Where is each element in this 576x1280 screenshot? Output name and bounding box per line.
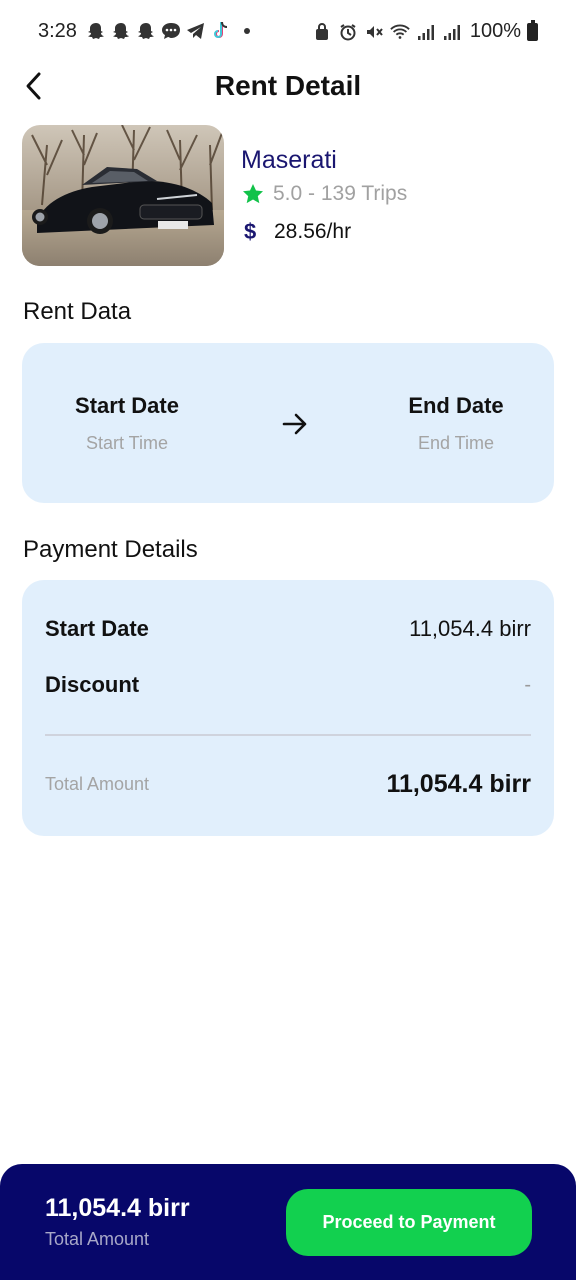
start-time-label: Start Time xyxy=(85,433,169,453)
snapchat-icon xyxy=(111,20,131,42)
payment-details-card: Start Date 11,054.4 birr Discount - Tota… xyxy=(22,580,554,836)
start-date-label: Start Date xyxy=(75,393,179,418)
discount-value: - xyxy=(524,673,531,696)
system-icons: 100% xyxy=(312,19,538,43)
start-date-picker[interactable]: Start Date Start Time xyxy=(37,393,217,454)
page-title: Rent Detail xyxy=(214,70,362,101)
end-date-picker[interactable]: End Date End Time xyxy=(366,393,546,454)
dot-icon xyxy=(244,28,250,34)
arrow-right-icon xyxy=(282,413,307,435)
rent-data-title: Rent Data xyxy=(23,298,132,325)
total-amount-label: Total Amount xyxy=(45,774,150,794)
alarm-lock-icon xyxy=(312,21,332,43)
payment-details-title: Payment Details xyxy=(23,536,198,563)
notification-icons xyxy=(86,20,250,42)
payment-row: Start Date 11,054.4 birr xyxy=(45,616,531,642)
payment-row: Discount - xyxy=(45,672,531,698)
payment-row-label: Start Date xyxy=(45,616,149,641)
dollar-icon: $ xyxy=(244,219,257,244)
battery-percent: 100% xyxy=(469,20,521,42)
battery-icon xyxy=(527,19,538,41)
total-row: Total Amount 11,054.4 birr xyxy=(45,770,531,799)
car-price: $ 28.56/hr xyxy=(244,219,351,245)
discount-label: Discount xyxy=(45,672,140,697)
status-time: 3:28 xyxy=(38,20,77,42)
divider xyxy=(45,734,531,736)
payment-row-value: 11,054.4 birr xyxy=(409,616,531,641)
car-rating: 5.0 - 139 Trips xyxy=(241,182,407,206)
chat-icon xyxy=(161,20,181,42)
mute-icon xyxy=(364,21,384,43)
car-image xyxy=(22,125,224,266)
wifi-icon xyxy=(390,21,410,43)
telegram-icon xyxy=(186,20,206,42)
signal-icon xyxy=(416,21,436,43)
snapchat-icon xyxy=(136,20,156,42)
bottom-bar: 11,054.4 birr Total Amount Proceed to Pa… xyxy=(0,1164,576,1280)
star-icon xyxy=(243,184,263,204)
total-amount-value: 11,054.4 birr xyxy=(386,770,531,798)
end-date-label: End Date xyxy=(408,393,504,418)
rent-data-card: Start Date Start Time End Date End Time xyxy=(22,343,554,503)
bottom-total-amount: 11,054.4 birr xyxy=(45,1194,190,1222)
signal-icon xyxy=(442,21,462,43)
end-time-label: End Time xyxy=(417,433,495,453)
snapchat-icon xyxy=(86,20,106,42)
alarm-icon xyxy=(338,21,358,43)
tiktok-icon xyxy=(211,20,231,42)
status-bar: 3:28 100% xyxy=(0,0,576,64)
car-name: Maserati xyxy=(241,146,337,174)
price-text: 28.56/hr xyxy=(274,220,352,243)
bottom-total-label: Total Amount xyxy=(45,1229,150,1249)
rating-text: 5.0 - 139 Trips xyxy=(273,182,408,205)
proceed-to-payment-button[interactable]: Proceed to Payment xyxy=(286,1189,532,1256)
